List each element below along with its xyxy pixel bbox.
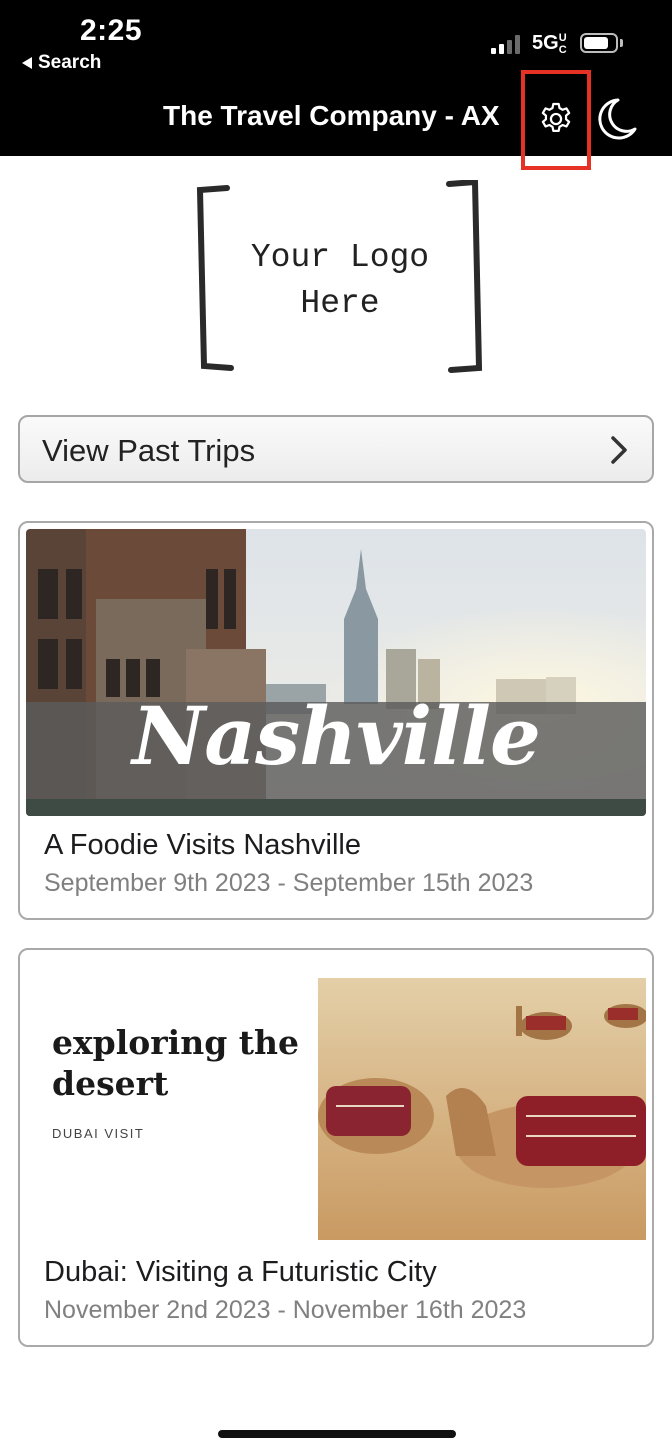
trip-dates: September 9th 2023 - September 15th 2023 bbox=[44, 869, 534, 897]
company-logo: Your Logo Here bbox=[195, 180, 485, 375]
trip-image-dubai: exploring the desert DUBAI VISIT bbox=[26, 956, 646, 1243]
battery-cap bbox=[620, 39, 623, 47]
trip-title: A Foodie Visits Nashville bbox=[44, 829, 362, 861]
trip-dates: November 2nd 2023 - November 16th 2023 bbox=[44, 1296, 527, 1324]
chevron-right-icon bbox=[611, 436, 627, 464]
trip-card-dubai[interactable]: exploring the desert DUBAI VISIT Dubai: … bbox=[18, 948, 654, 1347]
back-label: Search bbox=[38, 52, 102, 73]
trip-card-nashville[interactable]: Nashville A Foodie Visits Nashville Sept… bbox=[18, 521, 654, 920]
app-title: The Travel Company - AX bbox=[163, 100, 500, 131]
trip-title: Dubai: Visiting a Futuristic City bbox=[44, 1256, 437, 1288]
settings-button[interactable] bbox=[521, 70, 591, 170]
dubai-image-subheading: DUBAI VISIT bbox=[52, 1126, 145, 1141]
nashville-banner-text: Nashville bbox=[132, 689, 541, 783]
logo-text-line2: Here bbox=[300, 285, 380, 322]
home-indicator bbox=[218, 1430, 456, 1438]
trip-image-nashville: Nashville bbox=[26, 529, 646, 816]
cellular-signal-icon bbox=[491, 35, 520, 54]
view-past-trips-label: View Past Trips bbox=[42, 433, 256, 468]
status-time: 2:25 bbox=[80, 14, 143, 47]
back-arrow-icon bbox=[22, 57, 32, 69]
back-to-search-link[interactable]: Search bbox=[22, 52, 101, 74]
network-type: 5GUC bbox=[532, 32, 567, 56]
dubai-image-heading: exploring the desert bbox=[52, 1023, 300, 1103]
dark-mode-toggle[interactable] bbox=[596, 96, 638, 142]
view-past-trips-button[interactable]: View Past Trips bbox=[18, 415, 654, 483]
gear-icon bbox=[541, 102, 571, 132]
moon-icon bbox=[598, 98, 637, 140]
logo-text-line1: Your Logo bbox=[250, 239, 430, 276]
battery-icon bbox=[580, 33, 618, 53]
